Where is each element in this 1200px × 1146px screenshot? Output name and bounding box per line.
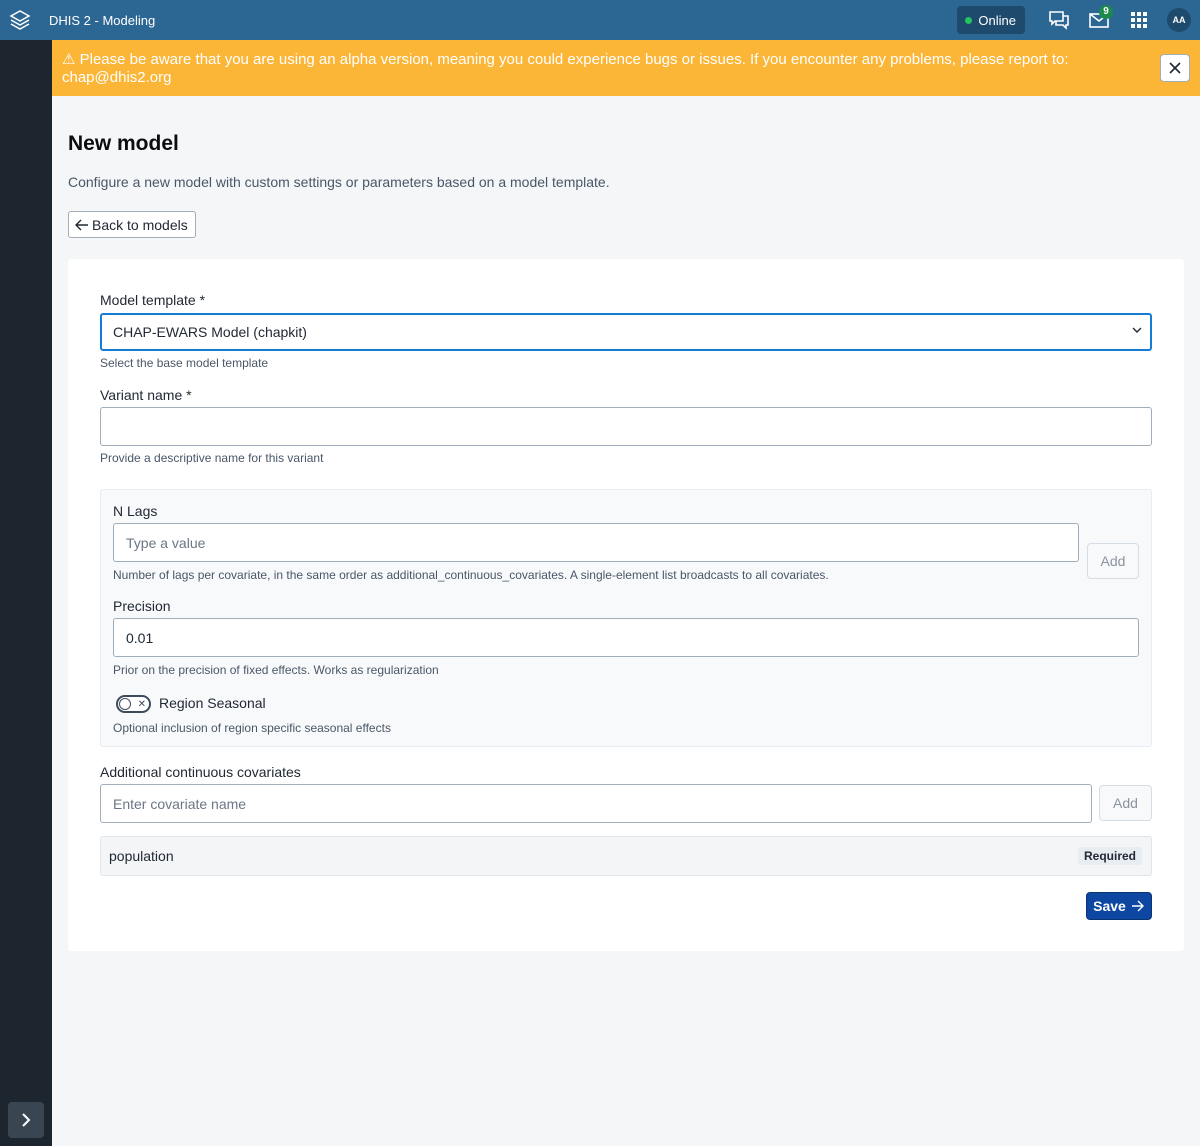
toggle-knob: [119, 698, 131, 710]
online-status-badge: Online: [957, 6, 1025, 34]
chevron-right-icon: [22, 1113, 31, 1127]
model-form-card: Model template * CHAP-EWARS Model (chapk…: [68, 259, 1184, 951]
close-icon: [1169, 62, 1181, 74]
precision-input[interactable]: 0.01: [113, 618, 1139, 657]
left-sidebar: [0, 40, 52, 1146]
variant-name-input[interactable]: [100, 407, 1152, 446]
chevron-down-icon: [1132, 327, 1142, 333]
online-dot-icon: [965, 16, 973, 24]
model-template-label: Model template *: [100, 292, 206, 308]
interpretations-icon[interactable]: [1039, 0, 1079, 40]
n-lags-placeholder: Type a value: [126, 534, 206, 551]
banner-text: ⚠ Please be aware that you are using an …: [62, 51, 1069, 86]
save-label: Save: [1093, 898, 1126, 914]
back-button-label: Back to models: [92, 216, 188, 233]
arrow-left-icon: [75, 219, 88, 230]
precision-label: Precision: [113, 598, 171, 614]
covariates-label: Additional continuous covariates: [100, 764, 301, 780]
expand-sidebar-button[interactable]: [8, 1102, 44, 1138]
covariate-name: population: [109, 848, 174, 864]
region-seasonal-label[interactable]: Region Seasonal: [159, 695, 266, 711]
add-covariate-button[interactable]: Add: [1099, 785, 1152, 821]
n-lags-help: Number of lags per covariate, in the sam…: [113, 568, 829, 582]
variant-name-label: Variant name *: [100, 387, 192, 403]
covariate-placeholder: Enter covariate name: [113, 795, 247, 812]
save-button[interactable]: Save: [1086, 892, 1152, 920]
messages-icon[interactable]: 9: [1079, 0, 1119, 40]
model-template-help: Select the base model template: [100, 356, 269, 370]
add-n-lag-button[interactable]: Add: [1087, 543, 1139, 579]
messages-count-badge: 9: [1099, 5, 1113, 19]
alpha-warning-banner: ⚠ Please be aware that you are using an …: [52, 40, 1200, 96]
online-label: Online: [978, 12, 1016, 28]
covariate-list-item: population Required: [100, 836, 1152, 876]
n-lags-label: N Lags: [113, 503, 158, 519]
apps-grid-icon[interactable]: [1119, 0, 1159, 40]
precision-help: Prior on the precision of fixed effects.…: [113, 663, 439, 677]
arrow-right-icon: [1131, 900, 1144, 912]
model-template-select[interactable]: CHAP-EWARS Model (chapkit): [100, 313, 1152, 351]
back-to-models-button[interactable]: Back to models: [68, 211, 196, 238]
n-lags-input[interactable]: Type a value: [113, 523, 1079, 562]
covariate-name-input[interactable]: Enter covariate name: [100, 784, 1092, 823]
dhis2-logo-icon[interactable]: [0, 0, 40, 40]
close-banner-button[interactable]: [1160, 54, 1190, 82]
toggle-off-icon: ✕: [137, 699, 146, 710]
region-seasonal-help: Optional inclusion of region specific se…: [113, 721, 391, 735]
variant-name-help: Provide a descriptive name for this vari…: [100, 451, 324, 465]
top-header-bar: DHIS 2 - Modeling Online 9 AA: [0, 0, 1200, 40]
page-description: Configure a new model with custom settin…: [68, 174, 610, 190]
page-title: New model: [68, 132, 179, 155]
model-template-value: CHAP-EWARS Model (chapkit): [113, 324, 307, 340]
region-seasonal-toggle[interactable]: ✕: [116, 695, 151, 713]
user-avatar[interactable]: AA: [1167, 8, 1191, 32]
app-title: DHIS 2 - Modeling: [49, 12, 156, 28]
model-parameters-panel: N Lags Type a value Add Number of lags p…: [100, 489, 1152, 747]
required-badge: Required: [1077, 847, 1142, 865]
